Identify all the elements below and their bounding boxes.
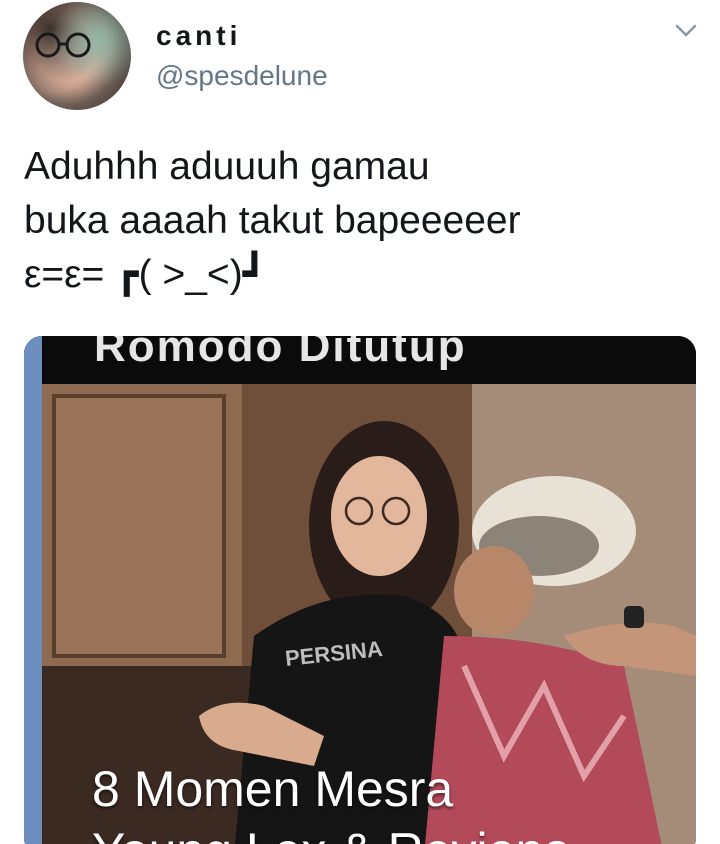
- tweet-card: canti @spesdelune Aduhhh aduuuh gamau bu…: [0, 0, 720, 844]
- chevron-down-icon[interactable]: [674, 20, 698, 40]
- media-caption-line-2: Young Lex & Reviena: [92, 822, 571, 844]
- tweet-text-line: buka aaaah takut bapeeeeer: [24, 199, 521, 242]
- glasses-icon: [35, 32, 91, 58]
- user-handle[interactable]: @spesdelune: [156, 60, 328, 92]
- tweet-text: Aduhhh aduuuh gamau buka aaaah takut bap…: [24, 140, 694, 302]
- avatar[interactable]: [23, 2, 131, 110]
- tweet-text-line: Aduhhh aduuuh gamau: [24, 145, 430, 188]
- tweet-text-line: ε=ε= ┏( >_<)┛: [24, 253, 267, 296]
- media-caption: 8 Momen Mesra: [92, 761, 454, 817]
- media-overlay-headline: Romodo Ditutup: [94, 336, 467, 371]
- tweet-media-image[interactable]: PERSINA Romodo Ditutup 8 Momen Mesra You…: [24, 336, 696, 844]
- display-name[interactable]: canti: [156, 20, 241, 52]
